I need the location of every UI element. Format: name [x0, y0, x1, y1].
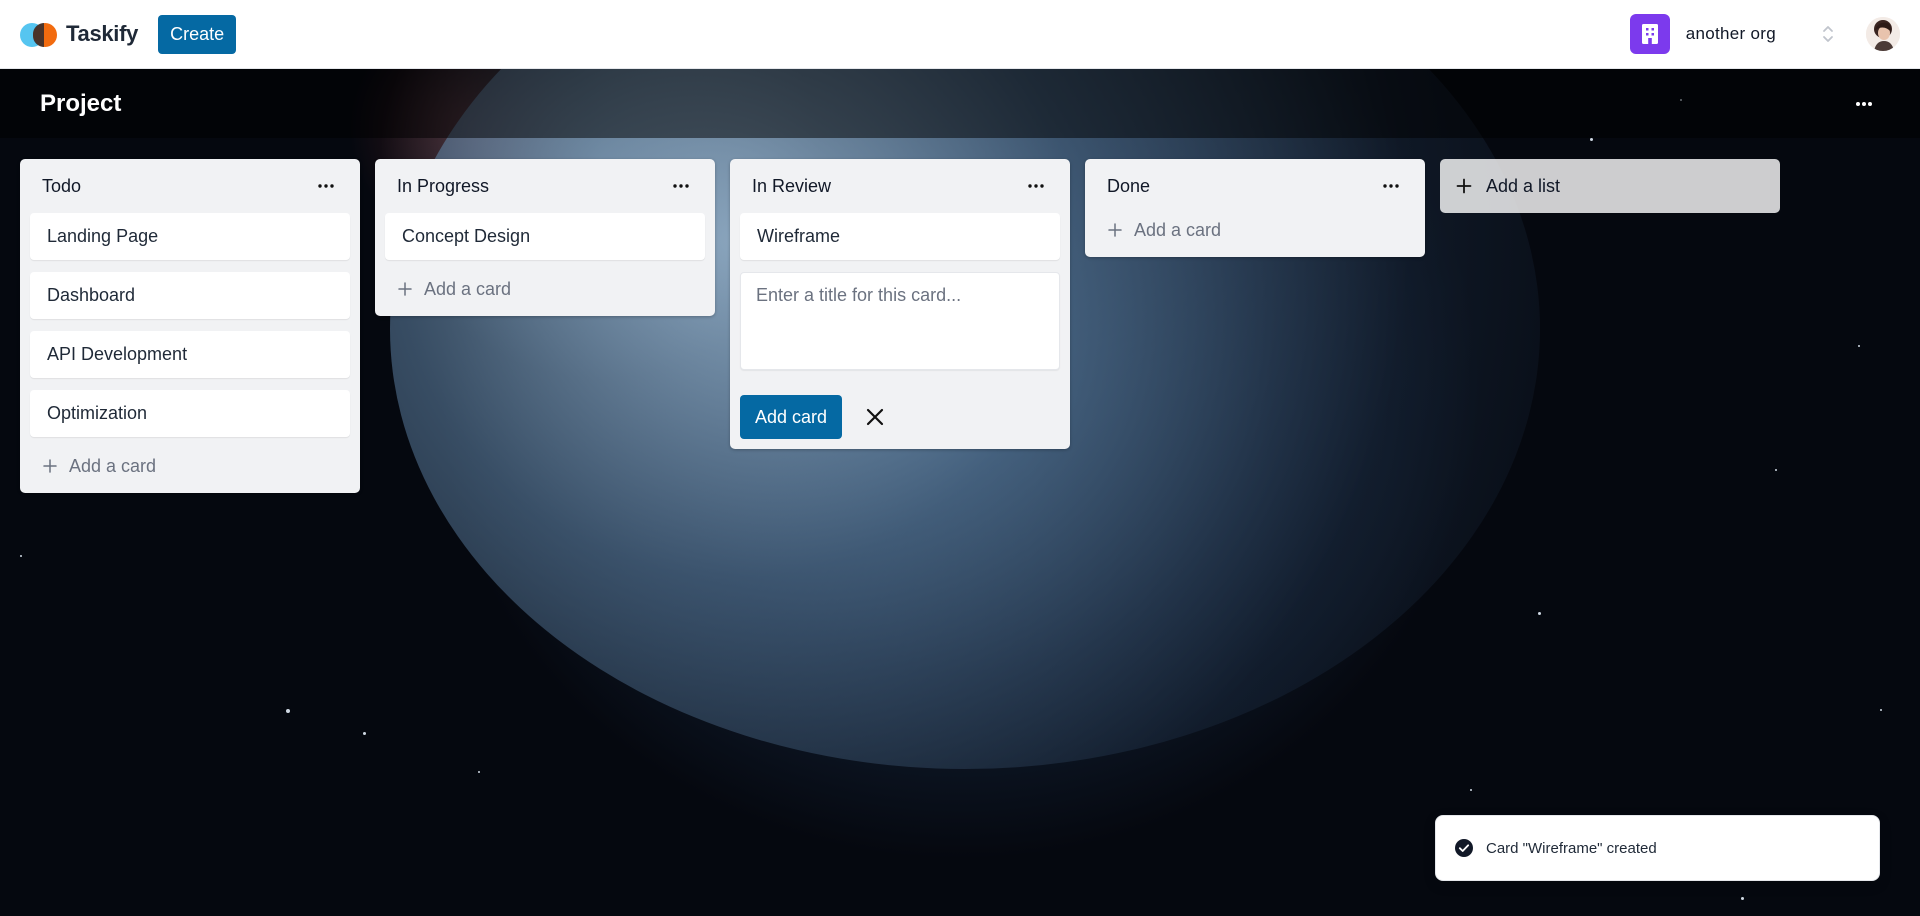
plus-icon [398, 282, 412, 296]
list-header: Todo [30, 159, 350, 213]
app-name: Taskify [66, 21, 139, 46]
add-card-button[interactable]: Add a card [30, 449, 350, 483]
add-card-label: Add a card [1134, 219, 1222, 240]
plus-icon [1456, 178, 1472, 194]
more-horizontal-icon[interactable] [1024, 174, 1048, 198]
card-title-input[interactable] [740, 272, 1060, 370]
logo-icon [20, 21, 58, 47]
list-title[interactable]: Done [1107, 176, 1150, 197]
close-icon[interactable] [862, 404, 888, 430]
list-header: Done [1095, 159, 1415, 213]
user-avatar[interactable] [1866, 17, 1900, 51]
more-horizontal-icon[interactable] [669, 174, 693, 198]
list-todo[interactable]: Todo Landing Page Dashboard API Developm… [20, 159, 360, 493]
board-lists: Todo Landing Page Dashboard API Developm… [20, 159, 1780, 493]
list-in-review[interactable]: In Review Wireframe Add card [730, 159, 1070, 449]
list-done[interactable]: Done Add a card [1085, 159, 1425, 257]
check-circle-icon [1455, 839, 1473, 857]
add-card-label: Add a card [69, 455, 157, 476]
plus-icon [43, 459, 57, 473]
board-title[interactable]: Project [40, 90, 121, 118]
list-title[interactable]: In Progress [397, 176, 489, 197]
board-header: Project [0, 69, 1920, 138]
add-card-label: Add a card [424, 278, 512, 299]
add-list-label: Add a list [1486, 175, 1561, 196]
create-button[interactable]: Create [158, 14, 237, 54]
list-header: In Progress [385, 159, 705, 213]
card[interactable]: Dashboard [30, 272, 350, 319]
add-card-form: Add card [740, 272, 1060, 439]
building-icon[interactable] [1629, 14, 1670, 54]
list-in-progress[interactable]: In Progress Concept Design Add a card [375, 159, 715, 316]
toast-notification: Card "Wireframe" created [1435, 815, 1880, 881]
card[interactable]: Landing Page [30, 213, 350, 260]
add-card-submit-button[interactable]: Add card [740, 395, 843, 439]
card[interactable]: Concept Design [385, 213, 705, 260]
plus-icon [1108, 223, 1122, 237]
top-navbar: Taskify Create another org [0, 0, 1920, 69]
card[interactable]: Optimization [30, 390, 350, 437]
form-actions: Add card [740, 395, 1060, 439]
list-title[interactable]: Todo [42, 176, 81, 197]
list-header: In Review [740, 159, 1060, 213]
more-horizontal-icon[interactable] [1379, 174, 1403, 198]
logo[interactable]: Taskify [20, 21, 138, 47]
add-list-button[interactable]: Add a list [1440, 159, 1780, 213]
more-horizontal-icon[interactable] [314, 174, 338, 198]
add-card-button[interactable]: Add a card [385, 272, 705, 306]
chevron-up-down-icon[interactable] [1820, 21, 1836, 47]
list-title[interactable]: In Review [752, 176, 831, 197]
org-name[interactable]: another org [1686, 24, 1776, 44]
toast-message: Card "Wireframe" created [1486, 839, 1657, 857]
card[interactable]: Wireframe [740, 213, 1060, 260]
more-horizontal-icon[interactable] [1848, 88, 1880, 120]
org-switcher: another org [1629, 14, 1900, 54]
card[interactable]: API Development [30, 331, 350, 378]
add-card-button[interactable]: Add a card [1095, 213, 1415, 247]
